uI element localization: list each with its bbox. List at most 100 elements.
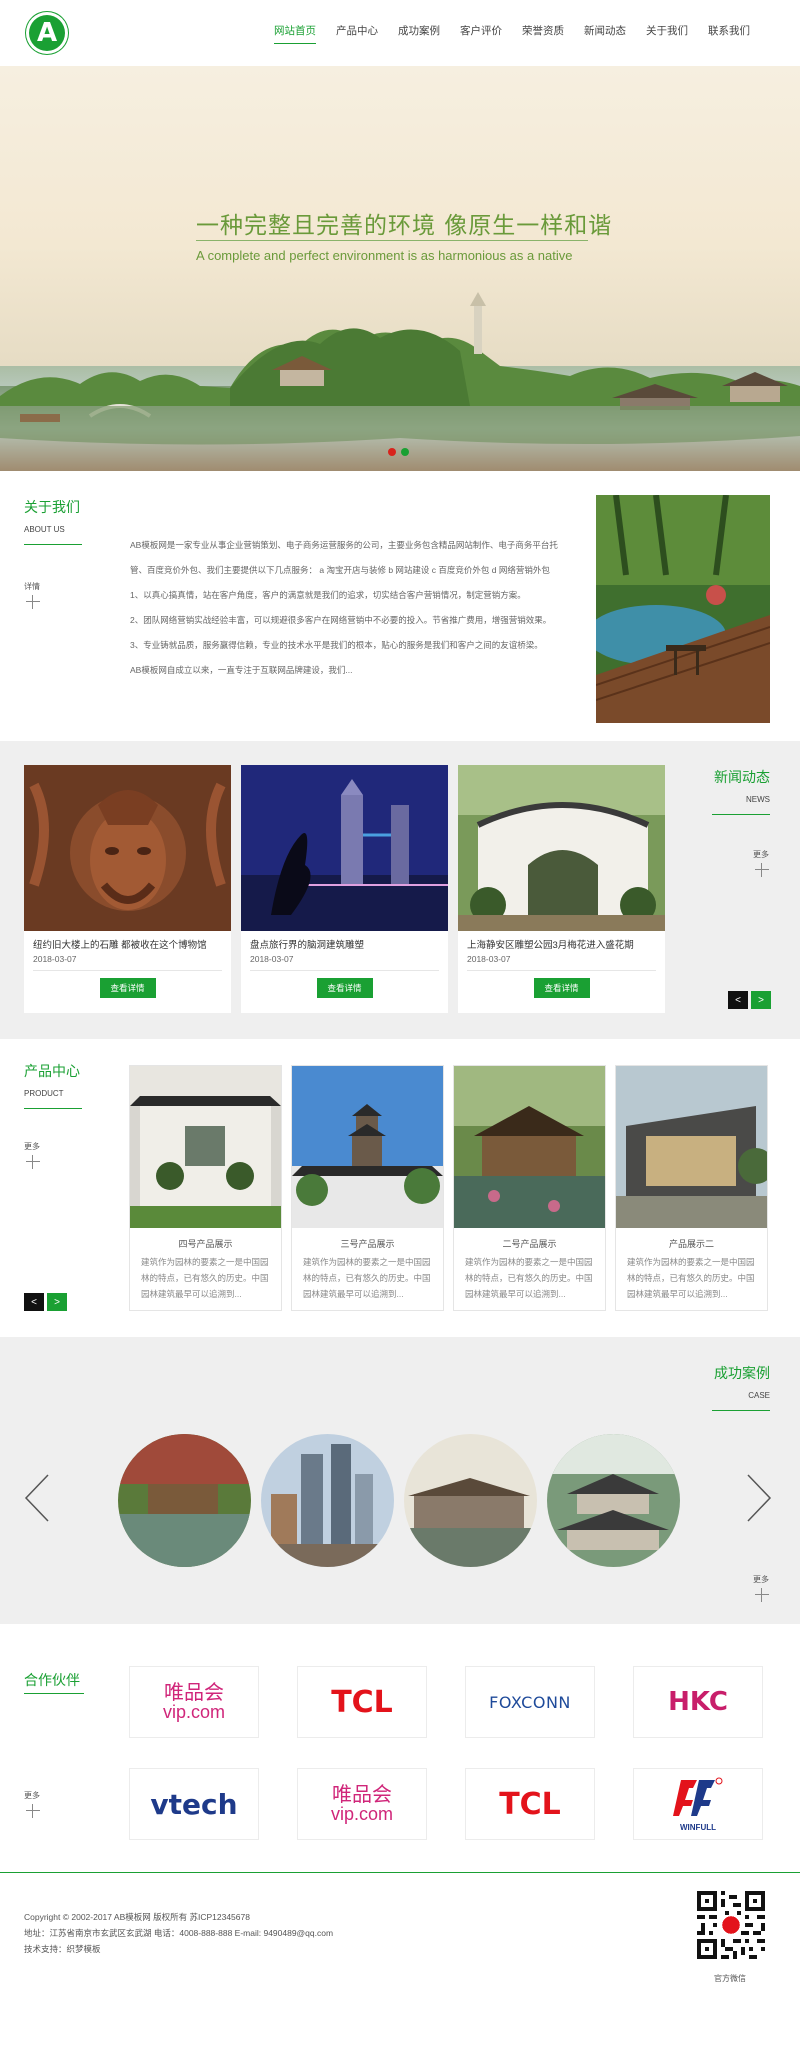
qr-code-icon: [697, 1891, 765, 1959]
city-towers-image: [261, 1434, 394, 1567]
partner-logo-winfull[interactable]: WINFULL: [633, 1768, 763, 1840]
about-paragraph: AB模板网自成立以来，一直专注于互联网品牌建设，我们...: [130, 665, 353, 675]
header: A 网站首页 产品中心 成功案例 客户评价 荣誉资质 新闻动态 关于我们 联系我…: [0, 0, 800, 66]
about-title-en: ABOUT US: [24, 525, 65, 534]
news-card[interactable]: 上海静安区雕塑公园3月梅花进入盛花期 2018-03-07 查看详情: [458, 765, 665, 1013]
main-nav: 网站首页 产品中心 成功案例 客户评价 荣誉资质 新闻动态 关于我们 联系我们: [264, 0, 760, 66]
about-section: 关于我们 ABOUT US 详情 AB模板网是一家专业从事企业营销策划、电子商务…: [0, 471, 800, 741]
footer: Copyright © 2002-2017 AB模板网 版权所有 苏ICP123…: [0, 1872, 800, 2052]
pagoda-image: [292, 1066, 443, 1228]
partner-logo-text: HKC: [668, 1687, 728, 1717]
cases-section: 成功案例 CASE 更多: [0, 1337, 800, 1624]
case-image[interactable]: [404, 1434, 537, 1567]
divider: [33, 970, 222, 971]
product-card[interactable]: 三号产品展示 建筑作为园林的要素之一是中国园林的特点，已有悠久的历史。中国园林建…: [291, 1065, 444, 1311]
products-title: 产品中心: [24, 1063, 80, 1079]
banner-dot-1[interactable]: [388, 448, 396, 456]
footer-support[interactable]: 技术支持：织梦模板: [24, 1943, 101, 1955]
partners-more-link[interactable]: 更多: [24, 1790, 40, 1801]
partner-logo-tcl[interactable]: TCL: [465, 1768, 595, 1840]
chevron-right-icon[interactable]: [744, 1473, 774, 1523]
partner-logo-vip[interactable]: 唯品会 vip.com: [129, 1666, 259, 1738]
about-paragraph: AB模板网是一家专业从事企业营销策划、电子商务运营服务的公司，主要业务包含精品网…: [130, 540, 558, 600]
about-paragraph: 3、专业铸就品质，服务赢得信赖，专业的技术水平是我们的根本，贴心的服务是我们和客…: [130, 640, 543, 650]
product-title[interactable]: 四号产品展示: [130, 1237, 281, 1250]
news-prev-button[interactable]: <: [728, 991, 748, 1009]
news-card[interactable]: 盘点旅行界的脑洞建筑雕塑 2018-03-07 查看详情: [241, 765, 448, 1013]
news-title[interactable]: 上海静安区雕塑公园3月梅花进入盛花期: [458, 931, 665, 951]
qr-code: [697, 1891, 765, 1959]
products-next-button[interactable]: >: [47, 1293, 67, 1311]
partner-logo-foxconn[interactable]: FOXCONN: [465, 1666, 595, 1738]
chevron-left-icon[interactable]: [22, 1473, 52, 1523]
nav-home[interactable]: 网站首页: [264, 0, 326, 66]
divider: [250, 970, 439, 971]
winfull-logo-icon: [673, 1777, 723, 1816]
nav-reviews[interactable]: 客户评价: [450, 0, 512, 66]
nav-honors[interactable]: 荣誉资质: [512, 0, 574, 66]
plus-icon[interactable]: [26, 1804, 40, 1818]
product-image: [130, 1066, 281, 1228]
case-image[interactable]: [547, 1434, 680, 1567]
about-more-link[interactable]: 详情: [24, 581, 40, 592]
nav-about[interactable]: 关于我们: [636, 0, 698, 66]
nav-cases[interactable]: 成功案例: [388, 0, 450, 66]
partner-logo-tcl[interactable]: TCL: [297, 1666, 427, 1738]
product-title[interactable]: 二号产品展示: [454, 1237, 605, 1250]
case-image[interactable]: [118, 1434, 251, 1567]
partner-logo-text: 唯品会: [163, 1682, 224, 1704]
partner-logo-text: TCL: [331, 1684, 393, 1720]
news-card[interactable]: 纽约旧大楼上的石雕 都被收在这个博物馆 2018-03-07 查看详情: [24, 765, 231, 1013]
news-next-button[interactable]: >: [751, 991, 771, 1009]
garden-wall-image: [130, 1066, 281, 1228]
case-image[interactable]: [261, 1434, 394, 1567]
cases-title-en: CASE: [748, 1391, 770, 1400]
product-desc: 建筑作为园林的要素之一是中国园林的特点，已有悠久的历史。中国园林建筑最早可以追溯…: [303, 1257, 431, 1299]
product-card[interactable]: 四号产品展示 建筑作为园林的要素之一是中国园林的特点，已有悠久的历史。中国园林建…: [129, 1065, 282, 1311]
partners-section: 合作伙伴 更多 唯品会 vip.com TCL FOXCONN HKC vtec…: [0, 1624, 800, 1872]
products-more-link[interactable]: 更多: [24, 1141, 40, 1152]
news-title[interactable]: 盘点旅行界的脑洞建筑雕塑: [241, 931, 448, 951]
modern-house-image: [616, 1066, 767, 1228]
waterside-house-image: [404, 1434, 537, 1567]
cases-underline: [712, 1410, 770, 1411]
news-underline: [712, 814, 770, 815]
about-text: AB模板网是一家专业从事企业营销策划、电子商务运营服务的公司，主要业务包含精品网…: [130, 533, 560, 683]
partner-logo-vtech[interactable]: vtech: [129, 1768, 259, 1840]
products-underline: [24, 1108, 82, 1109]
news-more-link[interactable]: 更多: [753, 849, 769, 860]
partner-logo-hkc[interactable]: HKC: [633, 1666, 763, 1738]
partner-logo-text: TCL: [499, 1786, 561, 1822]
banner-dot-2[interactable]: [401, 448, 409, 456]
news-image: [458, 765, 665, 931]
site-logo[interactable]: A: [26, 12, 68, 54]
plus-icon[interactable]: [755, 863, 769, 877]
pavilion-pond-image: [454, 1066, 605, 1228]
news-detail-button[interactable]: 查看详情: [316, 978, 373, 998]
news-title[interactable]: 纽约旧大楼上的石雕 都被收在这个博物馆: [24, 931, 231, 951]
nav-contact[interactable]: 联系我们: [698, 0, 760, 66]
product-title[interactable]: 产品展示二: [616, 1237, 767, 1250]
nav-products[interactable]: 产品中心: [326, 0, 388, 66]
news-detail-button[interactable]: 查看详情: [99, 978, 156, 998]
products-prev-button[interactable]: <: [24, 1293, 44, 1311]
nav-news[interactable]: 新闻动态: [574, 0, 636, 66]
temple-complex-image: [547, 1434, 680, 1567]
product-card[interactable]: 二号产品展示 建筑作为园林的要素之一是中国园林的特点，已有悠久的历史。中国园林建…: [453, 1065, 606, 1311]
partner-logo-vip[interactable]: 唯品会 vip.com: [297, 1768, 427, 1840]
banner-divider: [196, 240, 588, 241]
garden-pond-image: [118, 1434, 251, 1567]
partner-logo-subtext: vip.com: [330, 1804, 393, 1824]
news-date: 2018-03-07: [33, 954, 77, 964]
products-section: 产品中心 PRODUCT 更多 < > 四号产品展示 建筑作为园林的要素之一是中…: [0, 1039, 800, 1337]
garden-pool-image: [596, 495, 770, 723]
news-section-title: 新闻动态: [714, 769, 770, 785]
plus-icon[interactable]: [26, 595, 40, 609]
news-detail-button[interactable]: 查看详情: [533, 978, 590, 998]
footer-copyright: Copyright © 2002-2017 AB模板网 版权所有 苏ICP123…: [24, 1912, 250, 1922]
cases-more-link[interactable]: 更多: [753, 1574, 769, 1585]
product-title[interactable]: 三号产品展示: [292, 1237, 443, 1250]
plus-icon[interactable]: [26, 1155, 40, 1169]
plus-icon[interactable]: [755, 1588, 769, 1602]
product-card[interactable]: 产品展示二 建筑作为园林的要素之一是中国园林的特点，已有悠久的历史。中国园林建筑…: [615, 1065, 768, 1311]
